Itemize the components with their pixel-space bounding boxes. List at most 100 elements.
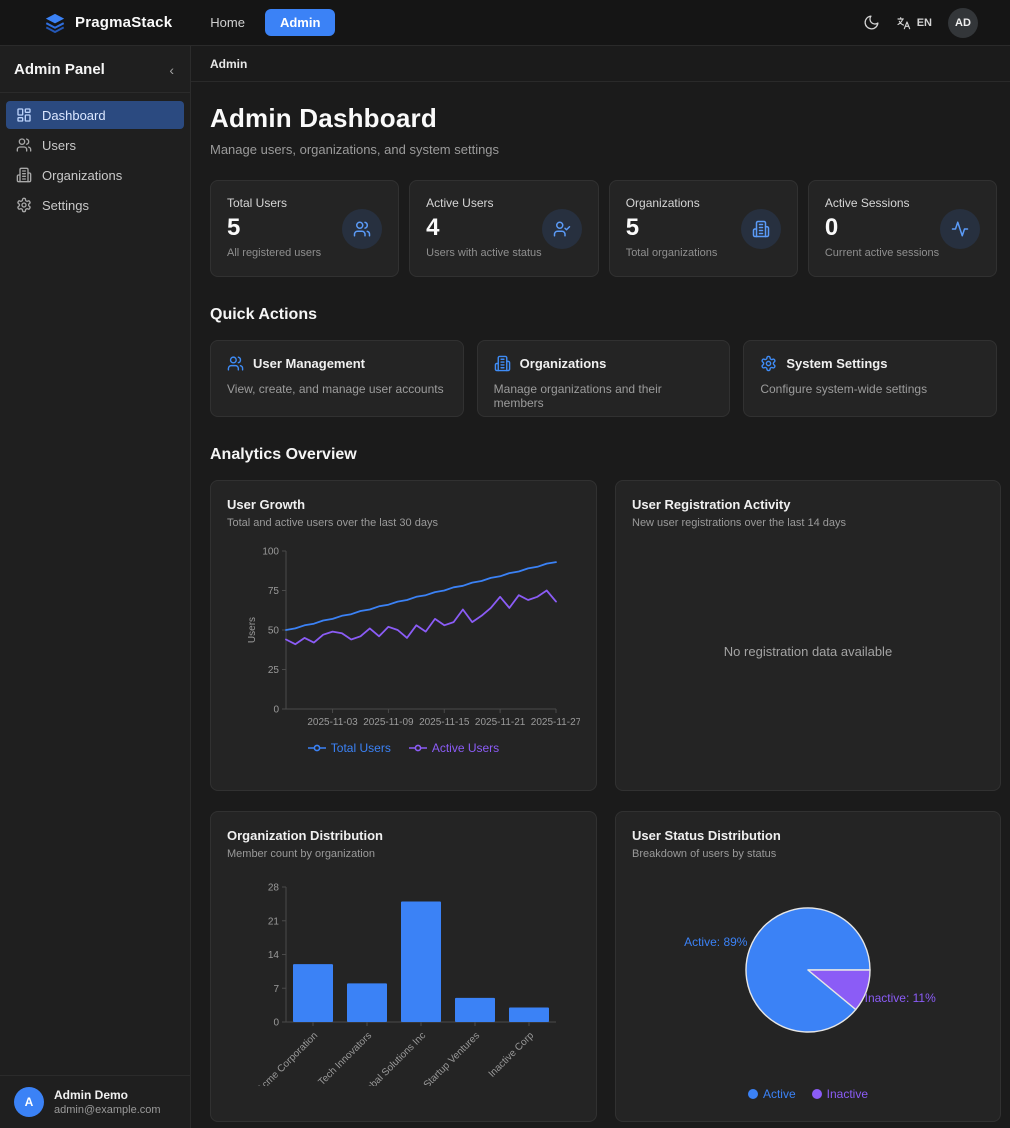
building-icon [741,209,781,249]
svg-text:2025-11-15: 2025-11-15 [419,717,470,728]
stat-card-organizations: Organizations 5 Total organizations [609,180,798,277]
sidebar-item-label: Organizations [42,168,122,183]
svg-text:0: 0 [273,705,279,716]
user-growth-card: User Growth Total and active users over … [210,480,597,791]
sidebar-item-dashboard[interactable]: Dashboard [6,101,184,129]
svg-text:2025-11-09: 2025-11-09 [363,717,414,728]
language-switcher[interactable]: EN [896,15,932,31]
theme-toggle-button[interactable] [863,14,880,31]
quick-action-title: Organizations [520,356,607,371]
user-avatar[interactable]: AD [948,8,978,38]
quick-action-title: System Settings [786,356,887,371]
svg-text:28: 28 [268,883,280,894]
sidebar-collapse-button[interactable]: ‹ [169,62,174,78]
legend-label: Total Users [331,741,391,755]
sidebar-user-info: A Admin Demo admin@example.com [0,1075,190,1128]
svg-text:Inactive Corp: Inactive Corp [487,1030,537,1080]
layers-logo-icon [44,12,66,34]
sidebar-menu: Dashboard Users [0,93,190,227]
stat-description: Current active sessions [825,247,939,259]
stat-card-total-users: Total Users 5 All registered users [210,180,399,277]
user-status-pie-chart: Active: 89% Inactive: 11% [632,872,984,1064]
stat-value: 0 [825,214,939,242]
chart-subtitle: Member count by organization [227,848,580,860]
analytics-heading: Analytics Overview [210,446,997,464]
svg-text:Inactive: 11%: Inactive: 11% [865,991,936,1005]
svg-text:Users: Users [247,617,258,643]
sidebar-item-settings[interactable]: Settings [6,191,184,219]
svg-text:7: 7 [273,984,279,995]
stat-value: 5 [227,214,321,242]
organization-distribution-card: Organization Distribution Member count b… [210,811,597,1122]
breadcrumb[interactable]: Admin [210,57,247,71]
chart-title: User Status Distribution [632,828,984,843]
page-subtitle: Manage users, organizations, and system … [210,142,997,157]
top-navbar: PragmaStack Home Admin EN AD [0,0,1010,46]
legend-label: Active Users [432,741,499,755]
svg-text:21: 21 [268,916,280,927]
building-icon [16,167,32,183]
sidebar-item-organizations[interactable]: Organizations [6,161,184,189]
chart-title: User Growth [227,497,580,512]
user-status-card: User Status Distribution Breakdown of us… [615,811,1001,1122]
quick-action-description: Configure system-wide settings [760,382,980,396]
stat-label: Active Users [426,196,542,210]
line-chart-legend: Total Users Active Users [227,741,580,755]
stat-label: Active Sessions [825,196,939,210]
user-check-icon [542,209,582,249]
svg-text:Active: 89%: Active: 89% [684,935,748,949]
nav-link-home[interactable]: Home [202,9,253,36]
sidebar: Admin Panel ‹ Dashboard [0,46,191,1128]
chart-subtitle: Total and active users over the last 30 … [227,517,580,529]
stat-card-active-sessions: Active Sessions 0 Current active session… [808,180,997,277]
quick-actions-heading: Quick Actions [210,306,997,324]
page-title: Admin Dashboard [210,103,997,134]
nav-link-admin[interactable]: Admin [265,9,335,36]
dashboard-icon [16,107,32,123]
quick-action-title: User Management [253,356,365,371]
svg-text:Tech Innovators: Tech Innovators [316,1030,374,1086]
empty-state-message: No registration data available [632,529,984,774]
sidebar-item-users[interactable]: Users [6,131,184,159]
main-nav: Home Admin [202,9,335,36]
translate-icon [896,15,912,31]
svg-text:75: 75 [268,586,280,597]
language-label: EN [917,17,932,29]
chart-title: User Registration Activity [632,497,984,512]
legend-item-inactive[interactable]: Inactive [812,1087,868,1101]
svg-text:0: 0 [273,1018,279,1029]
user-registration-card: User Registration Activity New user regi… [615,480,1001,791]
sidebar-item-label: Users [42,138,76,153]
quick-action-description: Manage organizations and their members [494,382,714,410]
chart-subtitle: Breakdown of users by status [632,848,984,860]
sidebar-item-label: Settings [42,198,89,213]
users-icon [227,355,244,372]
svg-text:14: 14 [268,950,280,961]
stat-description: Users with active status [426,247,542,259]
legend-dot [748,1089,758,1099]
svg-text:Startup Ventures: Startup Ventures [422,1030,482,1086]
svg-text:2025-11-03: 2025-11-03 [307,717,358,728]
activity-icon [940,209,980,249]
stat-value: 4 [426,214,542,242]
legend-item-total-users[interactable]: Total Users [308,741,391,755]
stat-label: Organizations [626,196,718,210]
svg-text:2025-11-27: 2025-11-27 [531,717,580,728]
quick-action-system-settings[interactable]: System Settings Configure system-wide se… [743,340,997,417]
brand[interactable]: PragmaStack [44,12,172,34]
user-email: admin@example.com [54,1104,161,1116]
user-name: Admin Demo [54,1088,161,1102]
gear-icon [16,197,32,213]
quick-action-user-management[interactable]: User Management View, create, and manage… [210,340,464,417]
users-icon [16,137,32,153]
user-growth-line-chart: 0255075100Users2025-11-032025-11-092025-… [227,541,580,731]
svg-text:50: 50 [268,626,280,637]
svg-text:100: 100 [262,547,279,558]
legend-item-active[interactable]: Active [748,1087,796,1101]
building-icon [494,355,511,372]
organization-bar-chart: 07142128Acme CorporationTech InnovatorsG… [227,872,580,1086]
quick-action-organizations[interactable]: Organizations Manage organizations and t… [477,340,731,417]
legend-item-active-users[interactable]: Active Users [409,741,499,755]
pie-chart-legend: Active Inactive [632,1087,984,1101]
stat-description: Total organizations [626,247,718,259]
